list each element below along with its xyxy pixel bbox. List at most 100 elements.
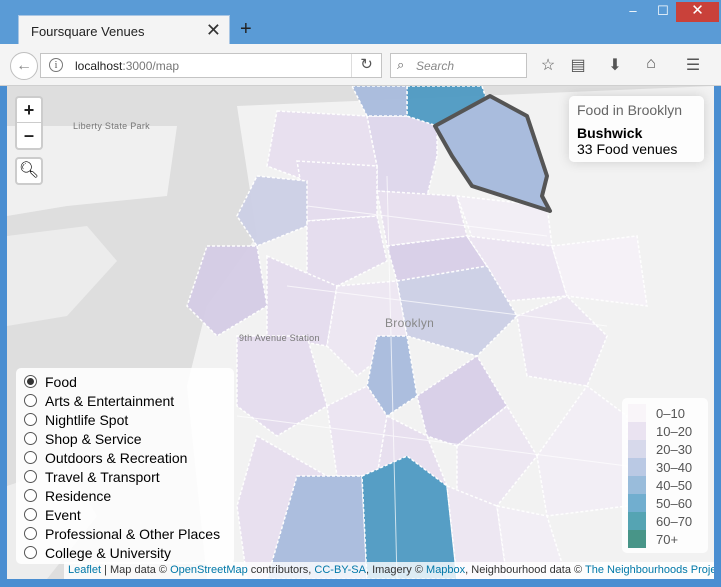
layer-option[interactable]: Professional & Other Places — [24, 524, 226, 543]
attribution-text: contributors, — [247, 564, 315, 576]
zoom-in-button[interactable]: + — [17, 98, 41, 123]
layer-option[interactable]: Event — [24, 505, 226, 524]
legend-swatch — [628, 476, 646, 494]
attribution-text: | Map data © — [101, 564, 171, 576]
map-label-station: 9th Avenue Station — [239, 333, 320, 343]
radio-button[interactable] — [24, 375, 37, 388]
legend-label: 70+ — [656, 531, 679, 547]
legend-label: 0–10 — [656, 405, 685, 421]
info-icon[interactable]: i — [49, 58, 63, 72]
zoom-control: + – — [15, 96, 43, 150]
layer-option[interactable]: Food — [24, 372, 226, 391]
leaflet-link[interactable]: Leaflet — [68, 564, 101, 576]
minimize-button[interactable]: – — [620, 2, 646, 22]
layer-label: Nightlife Spot — [45, 411, 129, 428]
legend-swatch — [628, 512, 646, 530]
legend-item: 70+ — [628, 530, 702, 548]
radio-button[interactable] — [24, 527, 37, 540]
layer-control: Food Arts & Entertainment Nightlife Spot Sh… — [16, 368, 234, 564]
address-bar[interactable]: i localhost:3000/map ↻ — [40, 53, 382, 78]
search-input[interactable]: ⌕ Search — [390, 53, 527, 78]
legend-item: 50–60 — [628, 494, 702, 512]
radio-button[interactable] — [24, 432, 37, 445]
layer-option[interactable]: Nightlife Spot — [24, 410, 226, 429]
layer-label: Outdoors & Recreation — [45, 449, 188, 466]
legend-label: 50–60 — [656, 495, 693, 511]
legend-swatch — [628, 440, 646, 458]
bookmarks-library-icon[interactable]: ▤ — [567, 55, 589, 75]
layer-option[interactable]: Outdoors & Recreation — [24, 448, 226, 467]
radio-button[interactable] — [24, 413, 37, 426]
info-neighbourhood: Bushwick — [577, 125, 643, 141]
layer-label: Professional & Other Places — [45, 525, 221, 542]
legend-item: 10–20 — [628, 422, 702, 440]
search-placeholder: Search — [416, 59, 455, 73]
bookmark-star-icon[interactable]: ☆ — [537, 55, 559, 75]
layer-label: College & University — [45, 544, 172, 561]
attribution: Leaflet | Map data © OpenStreetMap contr… — [64, 562, 714, 579]
home-icon[interactable]: ⌂ — [640, 55, 662, 73]
map-label-liberty: Liberty State Park — [73, 121, 150, 131]
legend-label: 40–50 — [656, 477, 693, 493]
osm-link[interactable]: OpenStreetMap — [170, 564, 248, 576]
layer-label: Arts & Entertainment — [45, 392, 175, 409]
layer-option[interactable]: Residence — [24, 486, 226, 505]
new-tab-button[interactable]: + — [240, 18, 252, 40]
browser-tab[interactable]: Foursquare Venues ✕ — [18, 15, 230, 45]
info-title: Food in Brooklyn — [577, 102, 683, 118]
radio-button[interactable] — [24, 451, 37, 464]
layer-label: Shop & Service — [45, 430, 142, 447]
legend-swatch — [628, 404, 646, 422]
maximize-button[interactable]: ☐ — [650, 2, 676, 22]
radio-button[interactable] — [24, 546, 37, 559]
legend-swatch — [628, 422, 646, 440]
legend-label: 60–70 — [656, 513, 693, 529]
legend-item: 40–50 — [628, 476, 702, 494]
legend-item: 30–40 — [628, 458, 702, 476]
legend-swatch — [628, 494, 646, 512]
reload-icon[interactable]: ↻ — [351, 54, 381, 77]
back-button[interactable]: ← — [10, 52, 38, 80]
layer-option[interactable]: Arts & Entertainment — [24, 391, 226, 410]
radio-button[interactable] — [24, 394, 37, 407]
tab-title: Foursquare Venues — [31, 24, 145, 39]
neighbourhoods-project-link[interactable]: The Neighbourhoods Project — [585, 564, 714, 576]
attribution-text: , Imagery © — [365, 564, 427, 576]
legend-swatch — [628, 458, 646, 476]
map-view[interactable]: Liberty State Park Brooklyn 9th Avenue S… — [7, 86, 714, 579]
legend-label: 20–30 — [656, 441, 693, 457]
mapbox-link[interactable]: Mapbox — [426, 564, 465, 576]
radio-button[interactable] — [24, 489, 37, 502]
info-panel: Food in Brooklyn Bushwick 33 Food venues — [569, 96, 704, 162]
zoom-out-button[interactable]: – — [17, 123, 41, 148]
search-icon: ⌕ — [397, 57, 405, 72]
layer-option[interactable]: Shop & Service — [24, 429, 226, 448]
layer-option[interactable]: Travel & Transport — [24, 467, 226, 486]
map-search-button[interactable]: 🔍︎ — [15, 157, 43, 185]
info-venue-count: 33 Food venues — [577, 141, 678, 157]
title-bar: Foursquare Venues ✕ + – ☐ ✕ — [0, 0, 721, 45]
layer-label: Event — [45, 506, 81, 523]
layer-label: Residence — [45, 487, 112, 504]
legend-item: 60–70 — [628, 512, 702, 530]
layer-option[interactable]: College & University — [24, 543, 226, 562]
legend: 0–10 10–20 20–30 30–40 40–50 50–60 60–70 70+ — [622, 398, 708, 553]
license-link[interactable]: CC-BY-SA — [314, 564, 366, 576]
legend-label: 10–20 — [656, 423, 693, 439]
menu-icon[interactable]: ☰ — [682, 55, 704, 75]
download-icon[interactable]: ⬇ — [604, 55, 626, 75]
radio-button[interactable] — [24, 470, 37, 483]
attribution-text: , Neighbourhood data © — [465, 564, 585, 576]
layer-label: Travel & Transport — [45, 468, 160, 485]
tab-close-icon[interactable]: ✕ — [206, 20, 221, 40]
magnifier-icon: 🔍︎ — [18, 162, 40, 179]
window-close-button[interactable]: ✕ — [676, 2, 719, 22]
layer-label: Food — [45, 373, 77, 390]
map-label-brooklyn: Brooklyn — [385, 316, 435, 330]
legend-swatch — [628, 530, 646, 548]
legend-item: 20–30 — [628, 440, 702, 458]
navigation-toolbar: ← i localhost:3000/map ↻ ⌕ Search ☆ ▤ ⬇ … — [0, 44, 721, 86]
legend-label: 30–40 — [656, 459, 693, 475]
radio-button[interactable] — [24, 508, 37, 521]
url-text[interactable]: localhost:3000/map — [75, 59, 179, 73]
